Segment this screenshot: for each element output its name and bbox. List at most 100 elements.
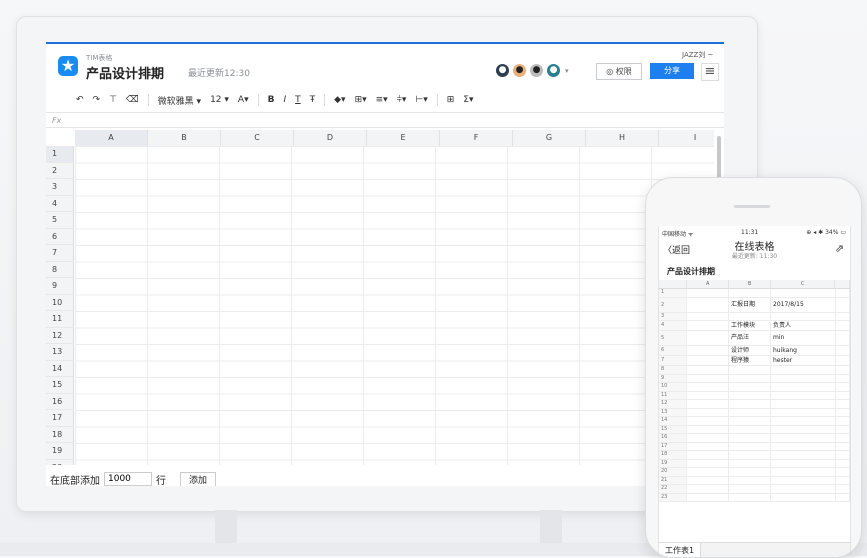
phone-grid[interactable]: A B C 1 2 汇报日期 2017/8/15 3 4 工作模块 负责人 5 产品汪 min 6 设计师 hu… [659, 280, 850, 502]
cell[interactable] [771, 417, 836, 425]
cell[interactable] [836, 485, 850, 493]
cell[interactable] [836, 391, 850, 399]
cell[interactable] [687, 312, 729, 320]
format-painter-icon[interactable]: ⊤ [109, 95, 117, 105]
cell[interactable]: huikang [771, 346, 836, 355]
table-row[interactable]: 6 设计师 huikang [659, 346, 850, 356]
table-row[interactable]: 1 [659, 289, 850, 298]
column-header[interactable]: F [440, 130, 513, 146]
row-header[interactable]: 5 [46, 212, 74, 229]
cell[interactable] [729, 468, 771, 476]
column-header[interactable]: H [586, 130, 659, 146]
table-row[interactable]: 17 [659, 442, 850, 451]
row-header[interactable]: 2 [46, 162, 74, 179]
cell[interactable] [687, 493, 729, 501]
cell[interactable] [836, 442, 850, 450]
table-row[interactable]: 8 [659, 366, 850, 375]
add-rows-button[interactable]: 添加 [180, 471, 217, 486]
row-header[interactable]: 6 [46, 228, 74, 245]
table-row[interactable]: 12 [659, 400, 850, 409]
cell[interactable] [836, 408, 850, 416]
phone-column-header[interactable]: B [729, 280, 772, 288]
cell[interactable] [771, 391, 836, 399]
cell[interactable] [836, 374, 850, 382]
row-header[interactable]: 8 [46, 261, 74, 278]
table-row[interactable]: 9 [659, 374, 850, 383]
share-icon[interactable]: ⇗ [835, 242, 844, 255]
menu-icon[interactable]: ≡ [701, 63, 719, 81]
cell[interactable] [836, 425, 850, 433]
font-size-select[interactable]: 12 ▾ [210, 95, 229, 105]
table-row[interactable]: 23 [659, 493, 850, 502]
row-header[interactable]: 18 [46, 426, 74, 443]
cell[interactable] [771, 312, 836, 320]
permission-button[interactable]: ◎ 权限 [596, 63, 642, 80]
undo-icon[interactable]: ↶ [76, 95, 84, 105]
cell[interactable] [687, 391, 729, 399]
eraser-icon[interactable]: ⌫ [126, 95, 139, 105]
cell[interactable] [771, 425, 836, 433]
fill-color-icon[interactable]: ◆▾ [334, 95, 345, 105]
cell[interactable] [771, 400, 836, 408]
cell-area[interactable] [75, 146, 714, 465]
cell[interactable]: 产品汪 [729, 331, 771, 345]
cell[interactable] [729, 366, 771, 374]
table-row[interactable]: 10 [659, 383, 850, 392]
cell[interactable] [687, 476, 729, 484]
formula-bar[interactable]: Fx [46, 112, 724, 128]
cell[interactable] [729, 417, 771, 425]
row-count-input[interactable] [104, 472, 152, 486]
cell[interactable] [729, 425, 771, 433]
cell[interactable] [687, 408, 729, 416]
cell[interactable] [687, 321, 729, 330]
cell[interactable] [836, 434, 850, 442]
row-header[interactable]: 14 [46, 360, 74, 377]
cell[interactable] [771, 383, 836, 391]
cell[interactable] [729, 493, 771, 501]
cell[interactable] [729, 408, 771, 416]
cell[interactable] [729, 374, 771, 382]
cell[interactable] [687, 289, 729, 297]
avatar[interactable]: ● [547, 64, 560, 77]
cell[interactable] [836, 289, 850, 297]
column-header[interactable]: A [75, 130, 148, 146]
cell[interactable] [771, 434, 836, 442]
cell[interactable] [687, 451, 729, 459]
table-row[interactable]: 3 [659, 312, 850, 321]
italic-button[interactable]: I [283, 95, 286, 105]
border-icon[interactable]: ⊞▾ [355, 95, 367, 105]
table-row[interactable]: 2 汇报日期 2017/8/15 [659, 297, 850, 313]
cell[interactable] [687, 459, 729, 467]
cell[interactable] [687, 468, 729, 476]
cell[interactable] [687, 331, 729, 345]
column-header[interactable]: D [294, 130, 367, 146]
cell[interactable] [836, 346, 850, 355]
cell[interactable] [687, 383, 729, 391]
row-header[interactable]: 9 [46, 278, 74, 295]
row-header[interactable]: 4 [46, 195, 74, 212]
cell[interactable] [836, 451, 850, 459]
row-header[interactable]: 13 [46, 344, 74, 361]
bold-button[interactable]: B [268, 95, 275, 105]
cell[interactable] [687, 356, 729, 365]
cell[interactable] [687, 374, 729, 382]
avatar[interactable]: ● [513, 64, 526, 77]
row-header[interactable]: 15 [46, 377, 74, 394]
back-button[interactable]: 〈返回 [663, 243, 690, 256]
cell[interactable] [836, 459, 850, 467]
cell[interactable]: 2017/8/15 [771, 297, 836, 312]
avatar[interactable]: ● [496, 64, 509, 77]
cell[interactable] [729, 312, 771, 320]
chevron-down-icon[interactable]: ▾ [565, 67, 569, 75]
merge-cells-icon[interactable]: ⊞ [447, 95, 455, 105]
cell[interactable] [836, 493, 850, 501]
align-icon[interactable]: ≡▾ [376, 95, 388, 105]
cell[interactable] [771, 442, 836, 450]
row-header[interactable]: 1 [46, 146, 74, 163]
cell[interactable] [729, 383, 771, 391]
cell[interactable] [729, 459, 771, 467]
font-select[interactable]: 微软雅黑 ▾ [158, 94, 201, 107]
table-row[interactable]: 15 [659, 425, 850, 434]
cell[interactable] [771, 366, 836, 374]
cell[interactable] [771, 485, 836, 493]
